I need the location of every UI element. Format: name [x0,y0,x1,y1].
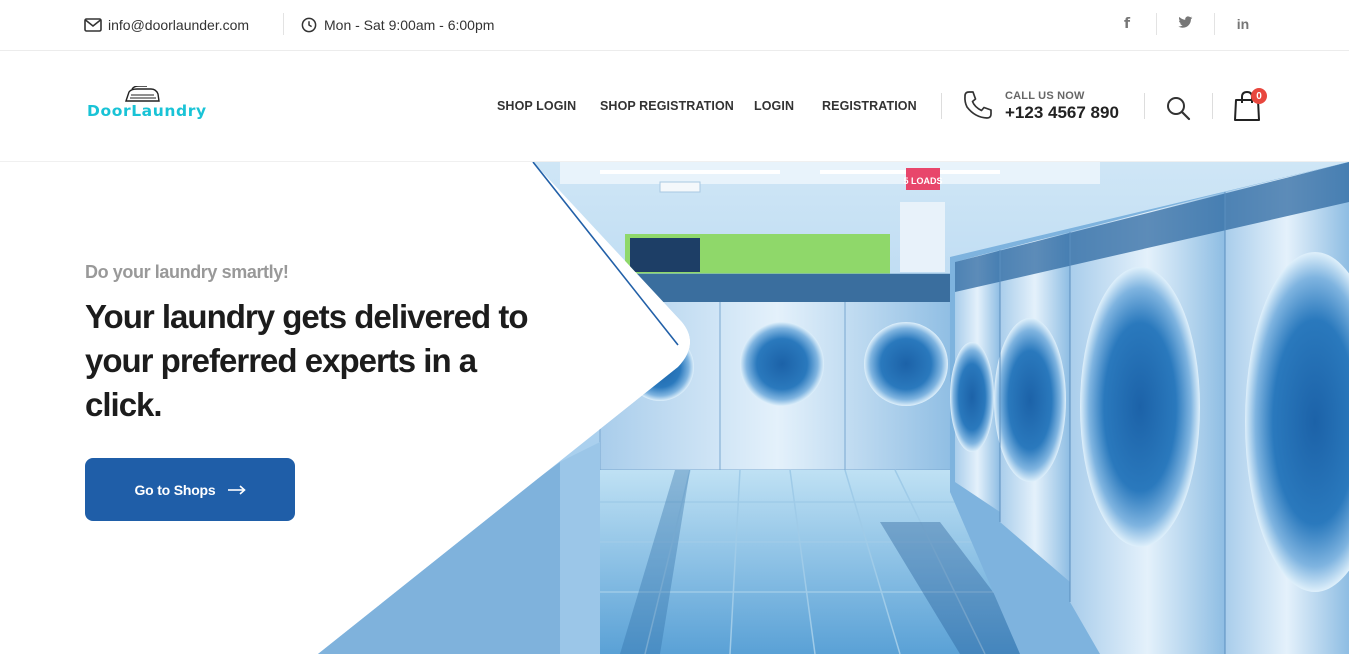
go-to-shops-button[interactable]: Go to Shops [85,458,295,521]
mail-icon [84,16,102,34]
email-text: info@doorlaunder.com [108,17,250,33]
cta-label: Go to Shops [134,481,216,498]
loads-sign-text: 5 LOADS [903,176,942,186]
logo[interactable]: DoorLaundry [87,84,212,124]
business-hours: Mon - Sat 9:00am - 6:00pm [300,15,494,35]
divider [283,13,284,35]
arrow-right-icon [227,484,246,495]
email-contact[interactable]: info@doorlaunder.com [84,15,249,35]
top-bar: info@doorlaunder.com Mon - Sat 9:00am - … [0,0,1349,51]
hours-text: Mon - Sat 9:00am - 6:00pm [324,17,495,33]
main-header: DoorLaundry SHOP LOGIN SHOP REGISTRATION… [0,51,1349,162]
linkedin-icon: in [1236,16,1250,32]
divider [941,93,942,119]
facebook-icon: f [1123,16,1131,32]
divider [1156,13,1157,35]
logo-text: DoorLaundry [87,102,207,120]
hero-headline: Your laundry gets delivered to your pref… [85,298,529,423]
hero-tagline: Do your laundry smartly! [85,262,289,282]
call-number[interactable]: +123 4567 890 [1005,103,1119,123]
linkedin-link[interactable]: in [1229,12,1257,36]
nav-registration[interactable]: REGISTRATION [822,99,917,113]
divider [1144,93,1145,119]
divider [1214,13,1215,35]
twitter-link[interactable] [1171,12,1199,36]
search-icon [1167,97,1191,121]
facebook-link[interactable]: f [1113,12,1141,36]
hero-section: 5 LOADS Do your laundry smartly! Your la… [0,162,1349,654]
search-button[interactable] [1164,94,1192,122]
divider [1212,93,1213,119]
call-label: CALL US NOW [1005,90,1085,102]
twitter-icon [1177,16,1193,32]
cart-count-badge: 0 [1251,88,1267,104]
nav-shop-login[interactable]: SHOP LOGIN [497,99,576,113]
clock-icon [300,16,318,34]
phone-icon [962,89,994,121]
nav-login[interactable]: LOGIN [754,99,794,113]
nav-shop-registration[interactable]: SHOP REGISTRATION [600,99,734,113]
